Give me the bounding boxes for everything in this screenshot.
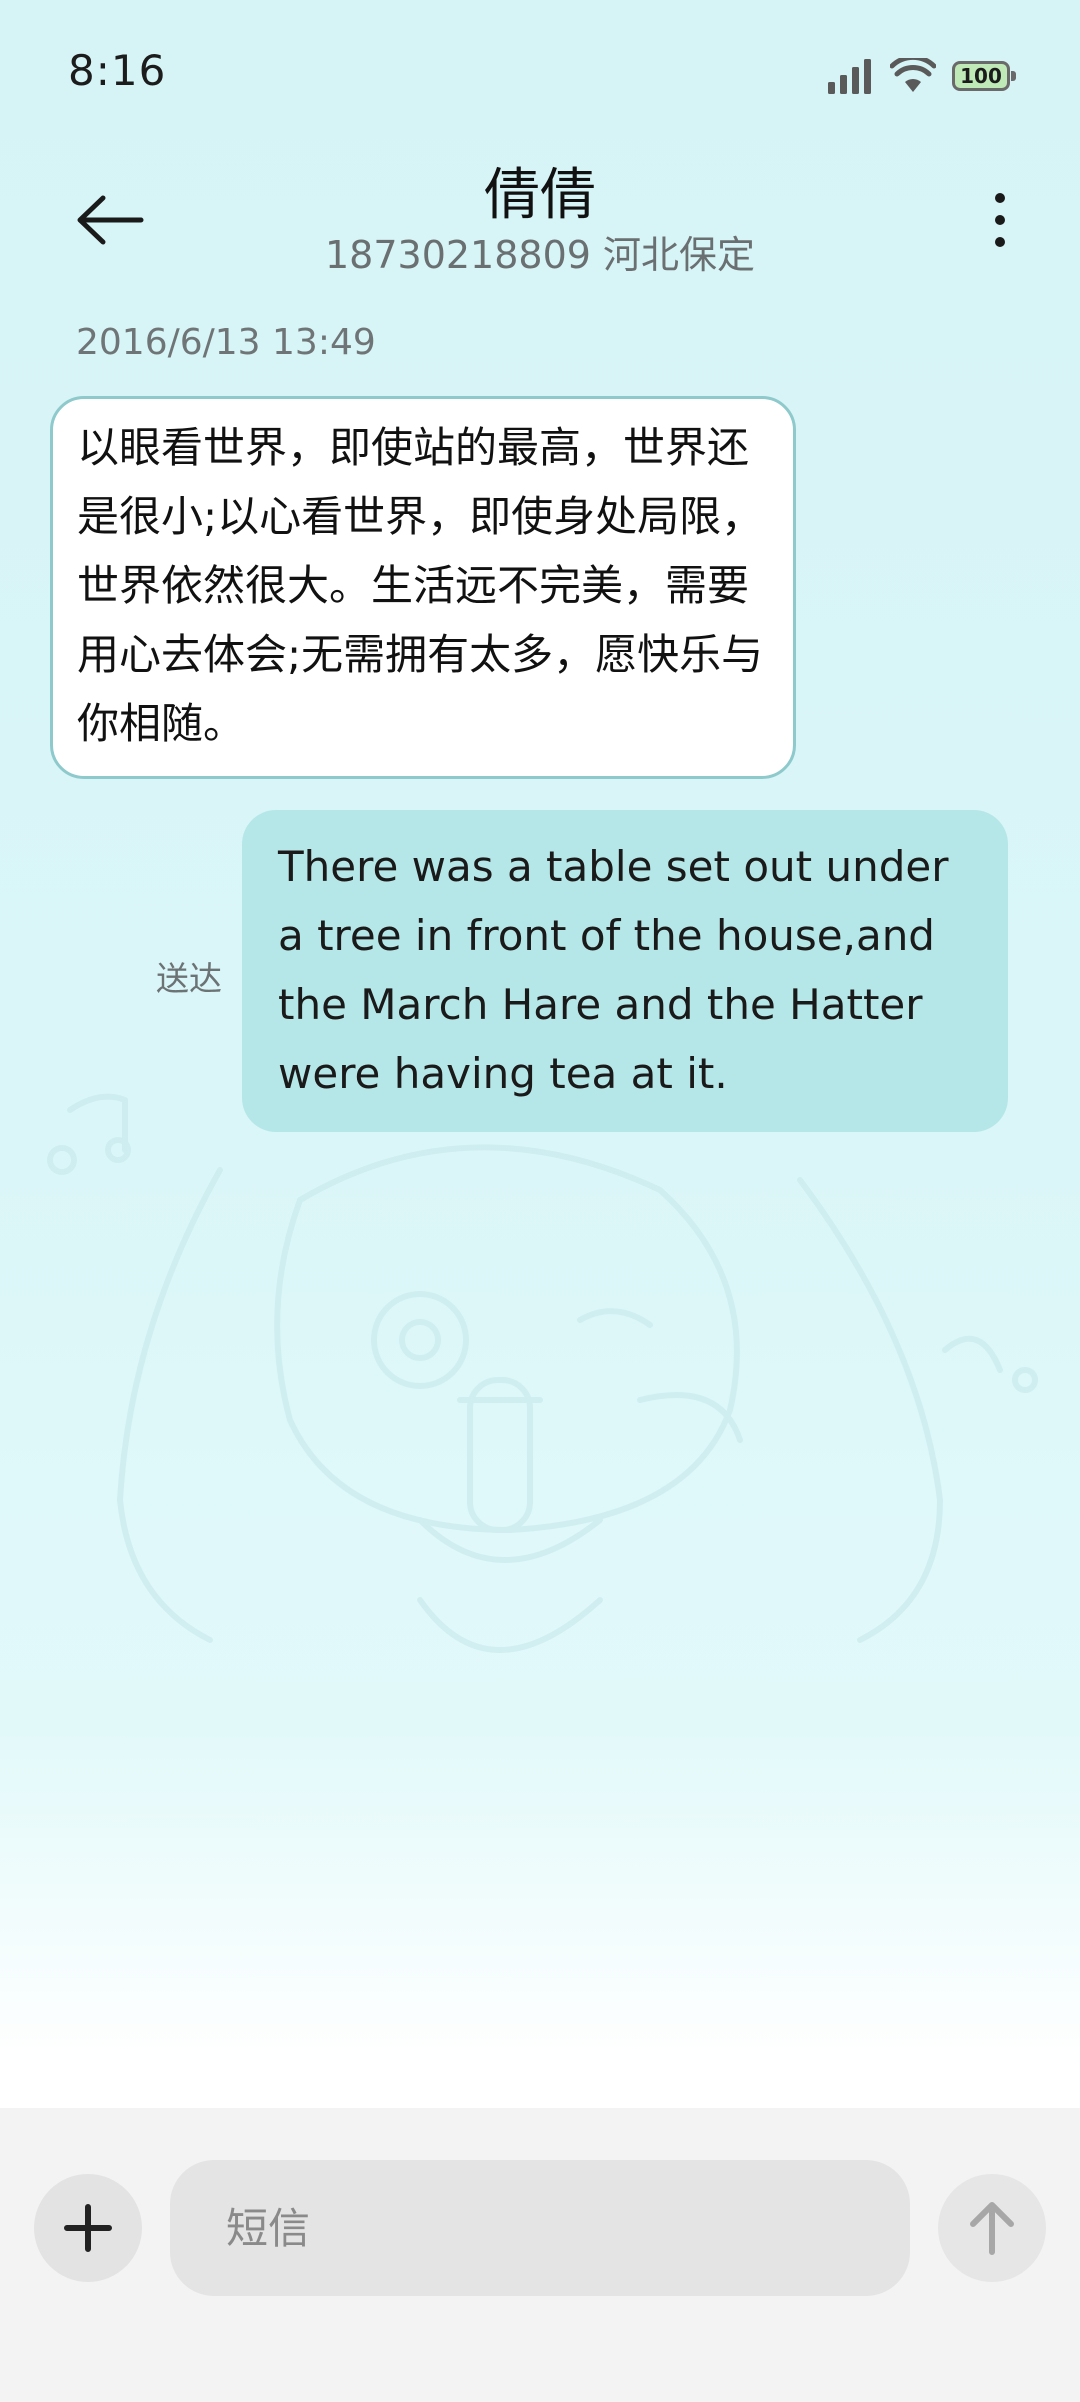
arrow-up-icon [970,2202,1014,2255]
plus-icon [64,2204,112,2252]
more-options-button[interactable] [960,170,1040,270]
send-button[interactable] [938,2174,1046,2282]
battery-level: 100 [960,64,1002,88]
delivery-status: 送达 [156,959,222,998]
background-illustration [47,1093,1038,1653]
battery-icon: 100 [952,61,1016,91]
message-composer [0,2108,1080,2402]
conversation-header: 倩倩 18730218809 河北保定 [0,150,1080,290]
incoming-message-bubble[interactable]: 以眼看世界，即使站的最高，世界还是很小;以心看世界，即使身处局限，世界依然很大。… [50,396,796,779]
attach-button[interactable] [34,2174,142,2282]
wifi-icon [890,58,936,92]
status-icons: 100 [826,56,1016,96]
status-bar: 8:16 100 [0,0,1080,150]
contact-phone-location: 18730218809 河北保定 [324,233,756,277]
more-vertical-icon [995,193,1005,247]
message-input[interactable] [170,2160,910,2296]
status-time: 8:16 [68,46,167,95]
signal-icon [828,59,871,94]
message-timestamp: 2016/6/13 13:49 [76,322,376,363]
contact-name: 倩倩 [484,163,596,228]
